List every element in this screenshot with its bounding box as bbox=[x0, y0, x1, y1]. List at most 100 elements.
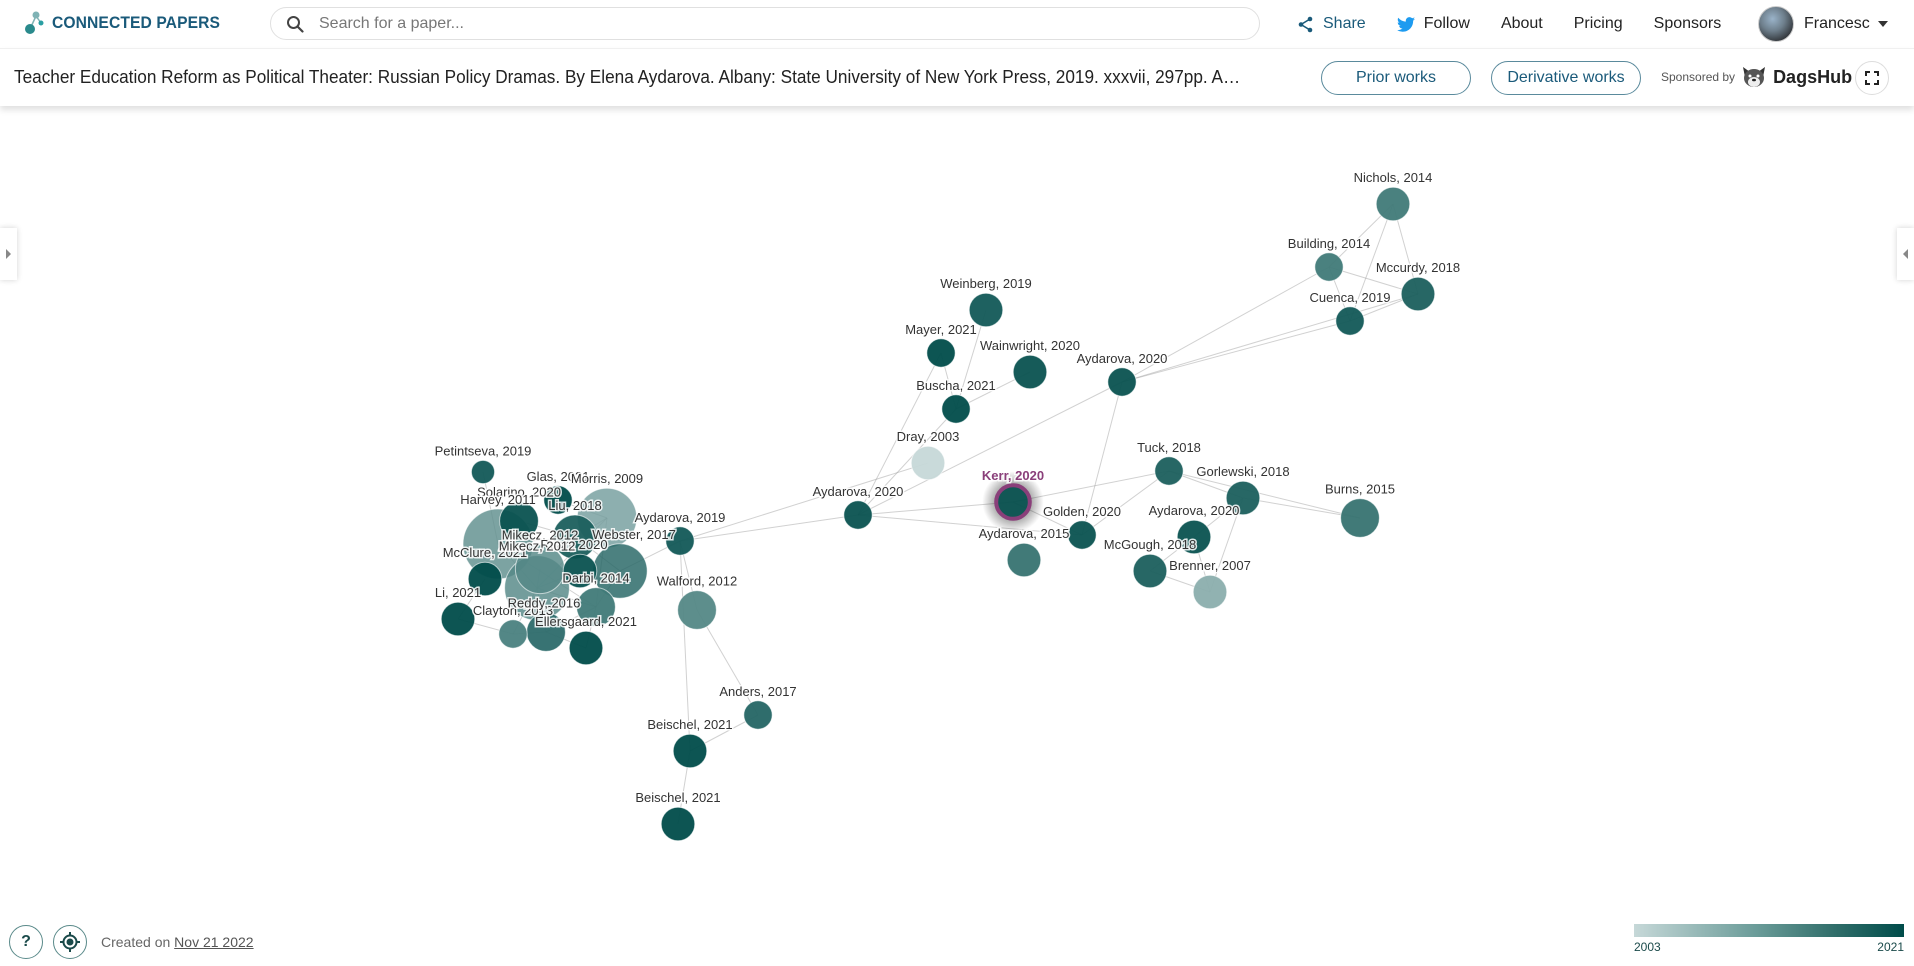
paper-node[interactable] bbox=[1375, 186, 1411, 222]
year-gradient-bar bbox=[1634, 924, 1904, 937]
paper-node-label[interactable]: Wainwright, 2020 bbox=[979, 337, 1082, 355]
follow-button[interactable]: Follow bbox=[1396, 15, 1470, 33]
citation-graph[interactable]: Petintseva, 2019Glas, 2021Morris, 2009So… bbox=[0, 106, 1914, 966]
help-icon: ? bbox=[21, 933, 31, 950]
paper-node-label[interactable]: Reddy, 2016 bbox=[506, 594, 582, 612]
paper-node[interactable] bbox=[1006, 542, 1042, 578]
expand-left-icon bbox=[1903, 249, 1908, 259]
paper-node[interactable] bbox=[941, 394, 971, 424]
paper-node[interactable] bbox=[1335, 306, 1365, 336]
twitter-icon bbox=[1396, 16, 1415, 32]
paper-node[interactable] bbox=[1340, 498, 1380, 538]
search-box[interactable] bbox=[270, 7, 1260, 40]
sponsors-link[interactable]: Sponsors bbox=[1654, 15, 1722, 33]
paper-node[interactable] bbox=[498, 619, 528, 649]
right-panel-toggle[interactable] bbox=[1897, 228, 1914, 280]
paper-node-label[interactable]: Cuenca, 2019 bbox=[1308, 288, 1392, 306]
paper-node[interactable] bbox=[1400, 276, 1436, 312]
paper-node-label[interactable]: Darbi, 2014 bbox=[561, 569, 631, 587]
paper-title: Teacher Education Reform as Political Th… bbox=[14, 67, 1246, 87]
left-panel-toggle[interactable] bbox=[0, 228, 17, 280]
bottom-controls: ? Created on Nov 21 2022 bbox=[9, 925, 254, 959]
paper-node-label[interactable]: McGough, 2018 bbox=[1102, 536, 1198, 554]
paper-node-label[interactable]: Gorlewski, 2018 bbox=[1195, 463, 1291, 481]
paper-node-label[interactable]: Weinberg, 2019 bbox=[939, 275, 1034, 293]
paper-node-label[interactable]: Morris, 2009 bbox=[569, 470, 644, 488]
nav-links: Share Follow About Pricing Sponsors bbox=[1297, 0, 1752, 48]
paper-node[interactable] bbox=[1192, 574, 1228, 610]
paper-node[interactable] bbox=[743, 700, 773, 730]
paper-node-label[interactable]: Beischel, 2021 bbox=[634, 789, 722, 807]
paper-node-label[interactable]: Mccurdy, 2018 bbox=[1374, 259, 1461, 277]
paper-node[interactable] bbox=[660, 806, 696, 842]
paper-node-label[interactable]: Aydarova, 2019 bbox=[633, 508, 727, 526]
paper-node[interactable] bbox=[1314, 252, 1344, 282]
paper-node[interactable] bbox=[1132, 553, 1168, 589]
about-link[interactable]: About bbox=[1501, 15, 1543, 33]
search-icon bbox=[285, 14, 305, 34]
logo[interactable]: CONNECTED PAPERS bbox=[24, 10, 235, 36]
paper-node-label[interactable]: Liu, 2018 bbox=[547, 497, 604, 515]
paper-node[interactable] bbox=[440, 601, 476, 637]
caret-down-icon bbox=[1877, 21, 1888, 27]
paper-node[interactable] bbox=[910, 445, 946, 481]
user-menu[interactable]: Francesc bbox=[1758, 6, 1888, 42]
paper-node-label[interactable]: Ellersgaard, 2021 bbox=[534, 613, 639, 631]
paper-node[interactable] bbox=[677, 590, 717, 630]
paper-node[interactable] bbox=[843, 500, 873, 530]
paper-node-label[interactable]: Golden, 2020 bbox=[1041, 502, 1122, 520]
year-color-legend: 2003 2021 bbox=[1634, 924, 1904, 954]
paper-node-label[interactable]: Aydarova, 2020 bbox=[1147, 502, 1241, 520]
paper-node-label[interactable]: Buscha, 2021 bbox=[915, 376, 998, 394]
paper-node-label[interactable]: Walford, 2012 bbox=[655, 572, 738, 590]
paper-node-label[interactable]: Tuck, 2018 bbox=[1136, 438, 1203, 456]
origin-paper-node[interactable] bbox=[994, 483, 1032, 521]
created-date-link[interactable]: Nov 21 2022 bbox=[174, 934, 253, 950]
prior-works-button[interactable]: Prior works bbox=[1321, 61, 1471, 95]
top-nav: CONNECTED PAPERS Share Follow About Pric… bbox=[0, 0, 1914, 48]
search-input[interactable] bbox=[319, 14, 1219, 33]
expand-right-icon bbox=[6, 249, 11, 259]
paper-node-label[interactable]: Petintseva, 2019 bbox=[433, 442, 533, 460]
paper-node[interactable] bbox=[1067, 520, 1097, 550]
paper-node[interactable] bbox=[470, 459, 496, 485]
paper-node[interactable] bbox=[568, 630, 604, 666]
connected-nodes-logo-icon bbox=[25, 11, 44, 34]
paper-node-label[interactable]: Mikecz, 2012 bbox=[497, 537, 577, 555]
paper-node-label[interactable]: Brenner, 2007 bbox=[1168, 557, 1253, 575]
graph-edge bbox=[679, 462, 929, 542]
paper-node[interactable] bbox=[1154, 456, 1184, 486]
paper-node-label[interactable]: Nichols, 2014 bbox=[1352, 169, 1434, 187]
help-button[interactable]: ? bbox=[9, 925, 43, 959]
paper-node-label[interactable]: Harvey, 2011 bbox=[459, 491, 537, 509]
paper-node-label[interactable]: Aydarova, 2015 bbox=[977, 525, 1071, 543]
fullscreen-button[interactable] bbox=[1855, 61, 1889, 95]
paper-node-label[interactable]: Li, 2021 bbox=[433, 584, 482, 602]
created-on: Created on Nov 21 2022 bbox=[101, 934, 254, 950]
paper-node-label[interactable]: Burns, 2015 bbox=[1323, 480, 1396, 498]
paper-node[interactable] bbox=[926, 338, 956, 368]
share-button[interactable]: Share bbox=[1297, 15, 1366, 33]
paper-node-label[interactable]: Building, 2014 bbox=[1286, 234, 1371, 252]
paper-node-label[interactable]: Kerr, 2020 bbox=[980, 467, 1045, 485]
user-name: Francesc bbox=[1804, 15, 1870, 32]
paper-node-label[interactable]: Aydarova, 2020 bbox=[811, 482, 905, 500]
paper-node-label[interactable]: Beischel, 2021 bbox=[646, 716, 734, 734]
follow-label: Follow bbox=[1423, 15, 1470, 32]
graph-nodes bbox=[440, 186, 1436, 842]
graph-area[interactable]: Petintseva, 2019 Glas, 2021 Morris, 2009 So… bbox=[0, 106, 1914, 966]
pricing-link[interactable]: Pricing bbox=[1574, 15, 1623, 33]
paper-node-label[interactable]: Mayer, 2021 bbox=[904, 320, 979, 338]
recenter-button[interactable] bbox=[53, 925, 87, 959]
paper-node[interactable] bbox=[1012, 354, 1048, 390]
paper-node-label[interactable]: Webster, 2017 bbox=[591, 525, 678, 543]
paper-node-label[interactable]: Anders, 2017 bbox=[718, 682, 798, 700]
sponsor[interactable]: Sponsored by DagsHub bbox=[1661, 65, 1852, 89]
paper-node[interactable] bbox=[1107, 367, 1137, 397]
paper-node[interactable] bbox=[672, 733, 708, 769]
graph-labels: Petintseva, 2019Glas, 2021Morris, 2009So… bbox=[433, 169, 1462, 807]
share-label: Share bbox=[1323, 15, 1366, 32]
paper-node-label[interactable]: Aydarova, 2020 bbox=[1075, 349, 1169, 367]
derivative-works-button[interactable]: Derivative works bbox=[1491, 61, 1641, 95]
paper-node-label[interactable]: Dray, 2003 bbox=[895, 428, 961, 446]
